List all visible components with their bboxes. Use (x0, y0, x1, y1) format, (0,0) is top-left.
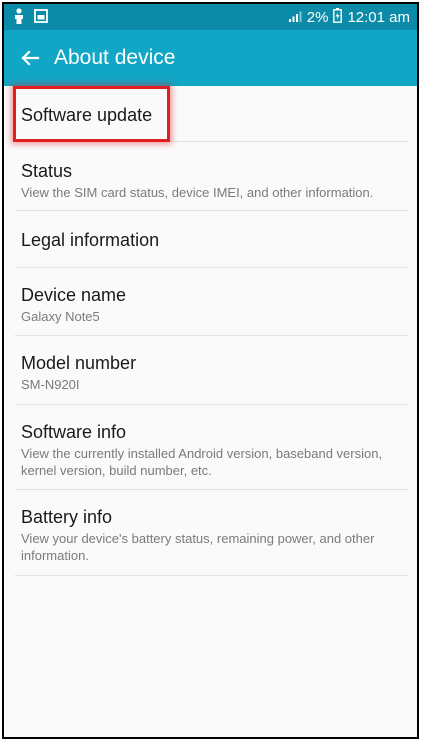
list-item-model-number[interactable]: Model number SM-N920I (15, 336, 408, 405)
item-title: Software update (21, 105, 153, 125)
person-icon (14, 8, 24, 28)
app-bar: About device (4, 30, 417, 86)
item-subtitle: View your device's battery status, remai… (21, 531, 375, 563)
item-title: Device name (21, 285, 127, 305)
settings-list: Software update Status View the SIM card… (4, 86, 417, 576)
item-title: Legal information (21, 230, 160, 250)
item-subtitle: View the currently installed Android ver… (21, 446, 383, 478)
item-subtitle: View the SIM card status, device IMEI, a… (21, 185, 374, 200)
screen-frame: 2% 12:01 am About device Software update (2, 2, 419, 739)
list-item-battery-info[interactable]: Battery info View your device's battery … (15, 490, 408, 576)
item-subtitle: SM-N920I (21, 377, 80, 392)
battery-percent: 2% (306, 9, 329, 26)
item-subtitle: Galaxy Note5 (21, 309, 100, 324)
list-item-status[interactable]: Status View the SIM card status, device … (15, 142, 408, 211)
status-left-icons (14, 8, 48, 28)
list-item-software-update[interactable]: Software update (13, 86, 408, 142)
image-icon (34, 9, 48, 27)
battery-icon (333, 8, 343, 28)
clock: 12:01 am (347, 9, 410, 26)
list-item-device-name[interactable]: Device name Galaxy Note5 (15, 268, 408, 336)
page-title: About device (54, 46, 176, 69)
item-title: Battery info (21, 507, 113, 527)
status-bar: 2% 12:01 am (4, 4, 417, 30)
item-title: Status (21, 161, 73, 181)
item-title: Software info (21, 422, 127, 442)
item-title: Model number (21, 353, 137, 373)
list-item-legal-information[interactable]: Legal information (15, 211, 408, 268)
signal-icon (288, 9, 302, 28)
back-arrow-icon[interactable] (18, 46, 42, 70)
list-item-software-info[interactable]: Software info View the currently install… (15, 405, 408, 490)
status-right-icons: 2% 12:01 am (288, 8, 410, 28)
